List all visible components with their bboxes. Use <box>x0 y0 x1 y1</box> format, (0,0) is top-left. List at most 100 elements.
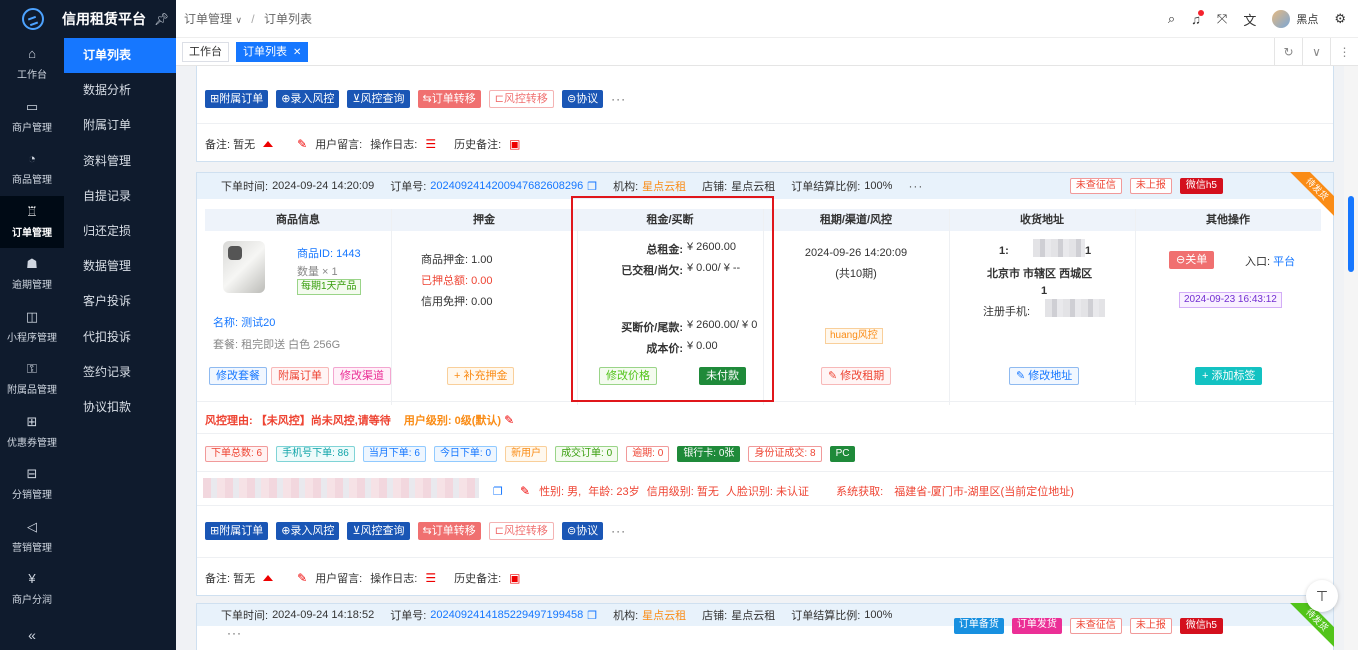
rail-item[interactable]: ♖ 订单管理 <box>0 195 64 248</box>
shop-value: 星点云租 <box>731 610 776 622</box>
product-name-value[interactable]: 测试20 <box>241 317 275 329</box>
bell-icon[interactable]: ♫ <box>1191 9 1204 27</box>
edit-icon[interactable]: ✎ <box>297 137 307 151</box>
submenu-item[interactable]: 数据分析 <box>64 73 176 108</box>
edit-icon[interactable]: ✎ <box>297 571 307 585</box>
submenu-item[interactable]: 订单列表 <box>64 38 176 74</box>
protocol-button[interactable]: ⊜协议 <box>561 522 604 540</box>
list-icon[interactable]: ☰ <box>425 137 436 151</box>
protocol-button[interactable]: ⊜协议 <box>561 90 604 108</box>
rail-item[interactable]: ⊞ 优惠券管理 <box>0 406 64 459</box>
risk-query-button[interactable]: ⊻风控查询 <box>347 522 410 540</box>
search-icon[interactable]: ⌕ <box>1168 11 1175 27</box>
nav-icon: ⌂ <box>28 46 36 62</box>
modify-channel-button[interactable]: 修改渠道 <box>333 367 391 385</box>
modify-package-button[interactable]: 修改套餐 <box>209 367 267 385</box>
risk-transfer-button[interactable]: ⊏风控转移 <box>488 522 554 540</box>
col-address: 收货地址 <box>949 209 1135 231</box>
paid-deposit: 已押总额: 0.00 <box>421 272 493 288</box>
refresh-icon[interactable]: ↻ <box>1274 38 1302 66</box>
order-status-chips: 未查征信 未上报 微信h5 <box>1069 178 1223 194</box>
copy-icon[interactable]: ❐ <box>587 180 597 193</box>
add-deposit-button[interactable]: + 补充押金 <box>447 367 515 385</box>
pin-icon[interactable]: 📌︎ <box>154 12 169 26</box>
rail-item[interactable]: ¥ 商户分润 <box>0 563 64 616</box>
rail-item-label: 工作台 <box>17 70 47 82</box>
rail-item[interactable]: ☗ 逾期管理 <box>0 248 64 301</box>
more-icon[interactable]: ··· <box>227 626 242 640</box>
risk-transfer-button[interactable]: ⊏风控转移 <box>488 90 554 108</box>
more-icon[interactable]: ⋮ <box>1330 38 1358 66</box>
modify-term-button[interactable]: ✎ 修改租期 <box>821 367 892 385</box>
breadcrumb-parent[interactable]: 订单管理 <box>184 12 232 26</box>
edit-icon[interactable]: ✎ <box>520 484 530 498</box>
submenu-item[interactable]: 归还定损 <box>64 214 176 249</box>
submenu-item[interactable]: 附属订单 <box>64 108 176 143</box>
more-icon[interactable]: ··· <box>908 179 923 193</box>
close-icon[interactable]: ✕ <box>293 47 301 58</box>
redacted-block <box>1045 299 1105 317</box>
ship-chip[interactable]: 订单发货 <box>1011 618 1062 634</box>
order-transfer-button[interactable]: ⇆订单转移 <box>417 522 481 540</box>
report-status-chip: 未上报 <box>1129 178 1172 194</box>
risk-query-button[interactable]: ⊻风控查询 <box>347 90 410 108</box>
edit-icon[interactable]: ✎ <box>504 413 514 427</box>
submenu-item[interactable]: 签约记录 <box>64 355 176 390</box>
rail-item[interactable]: ▭ 商户管理 <box>0 91 64 144</box>
calendar-icon[interactable]: ▣ <box>509 571 520 585</box>
rail-item-label: 优惠券管理 <box>7 437 57 449</box>
tab-bar: 工作台 订单列表 ✕ ↻ ∨ ⋮ <box>176 38 1358 66</box>
attached-order-button[interactable]: ⊞附属订单 <box>205 90 269 108</box>
user-level: 0级(默认) <box>454 415 502 427</box>
copy-icon[interactable]: ❐ <box>493 486 503 498</box>
copy-icon[interactable]: ❐ <box>587 609 597 622</box>
caret-up-icon[interactable] <box>263 575 274 581</box>
rail-item[interactable]: ◁ 营销管理 <box>0 511 64 564</box>
settings-icon[interactable]: ⚙ <box>1334 11 1346 27</box>
entry-risk-button[interactable]: ⊕录入风控 <box>276 90 340 108</box>
scrollbar-thumb[interactable] <box>1348 196 1354 272</box>
rail-item[interactable]: ◫ 小程序管理 <box>0 301 64 354</box>
avatar <box>1272 10 1291 28</box>
translate-icon[interactable]: 文 <box>1243 10 1256 29</box>
add-tag-button[interactable]: + 添加标签 <box>1195 367 1263 385</box>
order-no-link[interactable]: 20240924142009476826082​96 <box>430 180 583 192</box>
order-transfer-button[interactable]: ⇆订单转移 <box>417 90 481 108</box>
stock-chip[interactable]: 订单备货 <box>953 618 1004 634</box>
caret-up-icon[interactable] <box>263 141 274 147</box>
attached-order-button[interactable]: 附属订单 <box>271 367 329 385</box>
rail-item[interactable]: ⚿ 附属品管理 <box>0 353 64 406</box>
back-to-top-icon[interactable]: ⊤ <box>1306 580 1338 612</box>
submenu-item[interactable]: 资料管理 <box>64 144 176 179</box>
submenu-item[interactable]: 代扣投诉 <box>64 320 176 355</box>
submenu-item[interactable]: 数据管理 <box>64 249 176 284</box>
scrollbar[interactable] <box>1344 66 1358 650</box>
more-icon[interactable]: ··· <box>611 524 626 538</box>
entry-risk-button[interactable]: ⊕录入风控 <box>276 522 340 540</box>
rail-item[interactable]: ◔ 商品管理 <box>0 143 64 196</box>
modify-address-button[interactable]: ✎ 修改地址 <box>1009 367 1080 385</box>
chevron-down-icon[interactable]: ∨ <box>1302 38 1330 66</box>
order-no-link[interactable]: 20240924141852294971994​58 <box>430 609 583 621</box>
shop-label: 店铺: <box>702 610 728 622</box>
user-menu[interactable]: 黑点 <box>1272 10 1318 28</box>
submenu-item[interactable]: 客户投诉 <box>64 284 176 319</box>
calendar-icon[interactable]: ▣ <box>509 137 520 151</box>
rail-item[interactable]: ⌂ 工作台 <box>0 38 64 91</box>
collapse-icon[interactable]: « <box>0 620 64 650</box>
list-icon[interactable]: ☰ <box>425 571 436 585</box>
rail-item-label: 分销管理 <box>12 490 52 502</box>
tab-home[interactable]: 工作台 <box>182 42 229 62</box>
more-icon[interactable]: ··· <box>611 92 626 106</box>
col-other: 其他操作 <box>1135 209 1321 231</box>
order-no-label: 订单号: <box>390 181 427 193</box>
nav-icon: ▭ <box>25 98 39 114</box>
submenu-item[interactable]: 协议扣款 <box>64 390 176 425</box>
attached-order-button[interactable]: ⊞附属订单 <box>205 522 269 540</box>
rail-item[interactable]: ⊟ 分销管理 <box>0 458 64 511</box>
fullscreen-icon[interactable]: ⤧ <box>1217 11 1227 27</box>
tab-order-list[interactable]: 订单列表 ✕ <box>236 42 309 62</box>
source-chip: 微信h5 <box>1179 178 1223 194</box>
close-order-button[interactable]: ⊖关单 <box>1169 251 1215 269</box>
submenu-item[interactable]: 自提记录 <box>64 179 176 214</box>
